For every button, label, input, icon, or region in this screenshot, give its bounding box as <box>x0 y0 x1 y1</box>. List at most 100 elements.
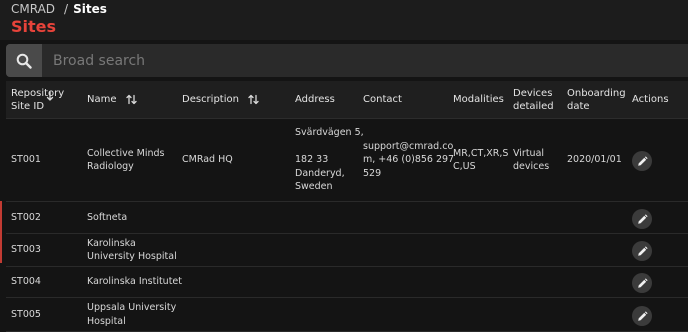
table-row[interactable]: ST002 Softneta <box>6 202 688 234</box>
pencil-icon <box>637 155 648 166</box>
cell-onboarding-date: 2020/01/01 <box>567 119 622 201</box>
column-header-label: Address <box>295 93 335 106</box>
search-button[interactable] <box>6 44 42 77</box>
text-line: University Hospital <box>87 251 177 262</box>
column-header-label: Contact <box>363 93 402 106</box>
text-line: Contact <box>363 94 402 105</box>
text-line: Sweden <box>295 181 333 193</box>
text-line: Uppsala University <box>87 302 177 313</box>
text-line: C,US <box>453 161 476 172</box>
text-line: m, +46 (0)856 297 <box>363 154 455 166</box>
text-line: ST004 <box>11 276 41 288</box>
text-line: Description <box>182 94 239 105</box>
text-line: Danderyd, <box>295 167 345 179</box>
cell-site-id: ST002 <box>11 202 41 233</box>
edit-button[interactable] <box>632 241 652 261</box>
table-body: ST001 Collective Minds Radiology CMRad HQ Sv… <box>6 119 688 332</box>
cell-description: CMRad HQ <box>182 119 233 201</box>
column-header-actions: Actions <box>632 81 669 118</box>
column-header-site-id[interactable]: Repository Site ID <box>11 81 64 118</box>
column-header-contact: Contact <box>363 81 402 118</box>
text-line: Repository <box>11 87 65 99</box>
text-line: Address <box>295 94 335 105</box>
text-line: date <box>567 100 590 112</box>
text-line: Site ID <box>11 100 45 112</box>
edit-button[interactable] <box>632 306 652 326</box>
column-header-label: Actions <box>632 93 669 106</box>
cell-devices: Virtual devices <box>513 119 549 201</box>
sort-down-icon <box>46 91 54 101</box>
table-header: Repository Site ID Name Description Address C… <box>6 81 688 119</box>
text-line: Karolinska Institutet <box>87 276 182 288</box>
text-line: detailed <box>513 100 554 112</box>
breadcrumb-root[interactable]: CMRAD <box>11 2 55 16</box>
pencil-icon <box>637 310 648 321</box>
pencil-icon <box>637 277 648 288</box>
cell-address: Svärdvägen 5, 182 33 Danderyd, Sweden <box>295 119 364 201</box>
column-header-modalities: Modalities <box>453 81 504 118</box>
column-header-label: Repository Site ID <box>11 87 64 113</box>
cell-name: Karolinska Institutet <box>87 267 182 297</box>
text-line: Modalities <box>453 94 504 105</box>
text-line: Onboarding <box>567 87 626 99</box>
text-line: Collective Minds <box>87 147 165 159</box>
column-header-label: Onboarding date <box>567 87 626 113</box>
cell-name: Collective Minds Radiology <box>87 119 164 201</box>
sort-toggle[interactable] <box>46 91 54 106</box>
pencil-icon <box>637 245 648 256</box>
text-line: ST005 <box>11 308 41 320</box>
column-header-label: Devices detailed <box>513 87 554 113</box>
cell-site-id: ST005 <box>11 298 41 331</box>
text-line: Hospital <box>87 315 126 327</box>
cell-name: Uppsala University Hospital <box>87 298 176 331</box>
cell-contact: support@cmrad.co m, +46 (0)856 297 529 <box>363 119 454 201</box>
sort-icon <box>125 94 137 105</box>
text-line: Virtual <box>513 147 545 159</box>
breadcrumb: CMRAD / Sites <box>11 2 107 16</box>
edit-button[interactable] <box>632 151 652 171</box>
cell-site-id: ST004 <box>11 267 41 297</box>
column-header-onboarding: Onboarding date <box>567 81 626 118</box>
edit-button[interactable] <box>632 273 652 293</box>
text-line: Radiology <box>87 161 134 172</box>
breadcrumb-separator: / <box>64 2 69 16</box>
text-line: support@cmrad.co <box>363 140 454 152</box>
table-row[interactable]: ST004 Karolinska Institutet <box>6 267 688 298</box>
search-input[interactable] <box>42 44 682 77</box>
cell-name: Karolinska University Hospital <box>87 234 177 266</box>
cell-modalities: MR,CT,XR,S C,US <box>453 119 508 201</box>
text-line: Softneta <box>87 211 128 223</box>
text-line: Karolinska <box>87 237 136 249</box>
search-icon <box>16 53 32 69</box>
table-row[interactable]: ST001 Collective Minds Radiology CMRad HQ Sv… <box>6 119 688 202</box>
text-line: 529 <box>363 167 382 179</box>
sites-table: Repository Site ID Name Description Address C… <box>6 81 688 332</box>
text-line: ST001 <box>11 154 41 166</box>
text-line: 182 33 <box>295 154 329 166</box>
breadcrumb-current: Sites <box>73 2 107 16</box>
text-line: ST003 <box>11 244 41 256</box>
text-line: Actions <box>632 94 669 105</box>
column-header-name[interactable]: Name <box>87 81 137 118</box>
text-line: MR,CT,XR,S <box>453 147 509 159</box>
page-title: Sites <box>11 17 57 36</box>
text-line: Svärdvägen 5, <box>295 127 364 139</box>
pencil-icon <box>637 213 648 224</box>
column-header-address: Address <box>295 81 335 118</box>
column-header-label: Name <box>87 93 117 106</box>
text-line: Name <box>87 94 117 105</box>
column-header-label: Description <box>182 93 239 106</box>
cell-name: Softneta <box>87 202 127 233</box>
column-header-devices: Devices detailed <box>513 81 554 118</box>
column-header-label: Modalities <box>453 93 504 106</box>
top-bar: CMRAD / Sites Sites <box>0 0 688 40</box>
sort-toggle[interactable] <box>248 94 259 105</box>
column-header-description[interactable]: Description <box>182 81 259 118</box>
cell-site-id: ST003 <box>11 234 41 266</box>
sort-icon <box>248 94 259 105</box>
cell-site-id: ST001 <box>11 119 41 201</box>
sort-toggle[interactable] <box>125 94 137 105</box>
table-row[interactable]: ST003 Karolinska University Hospital <box>6 234 688 267</box>
edit-button[interactable] <box>632 209 652 229</box>
text-line: devices <box>513 161 550 172</box>
